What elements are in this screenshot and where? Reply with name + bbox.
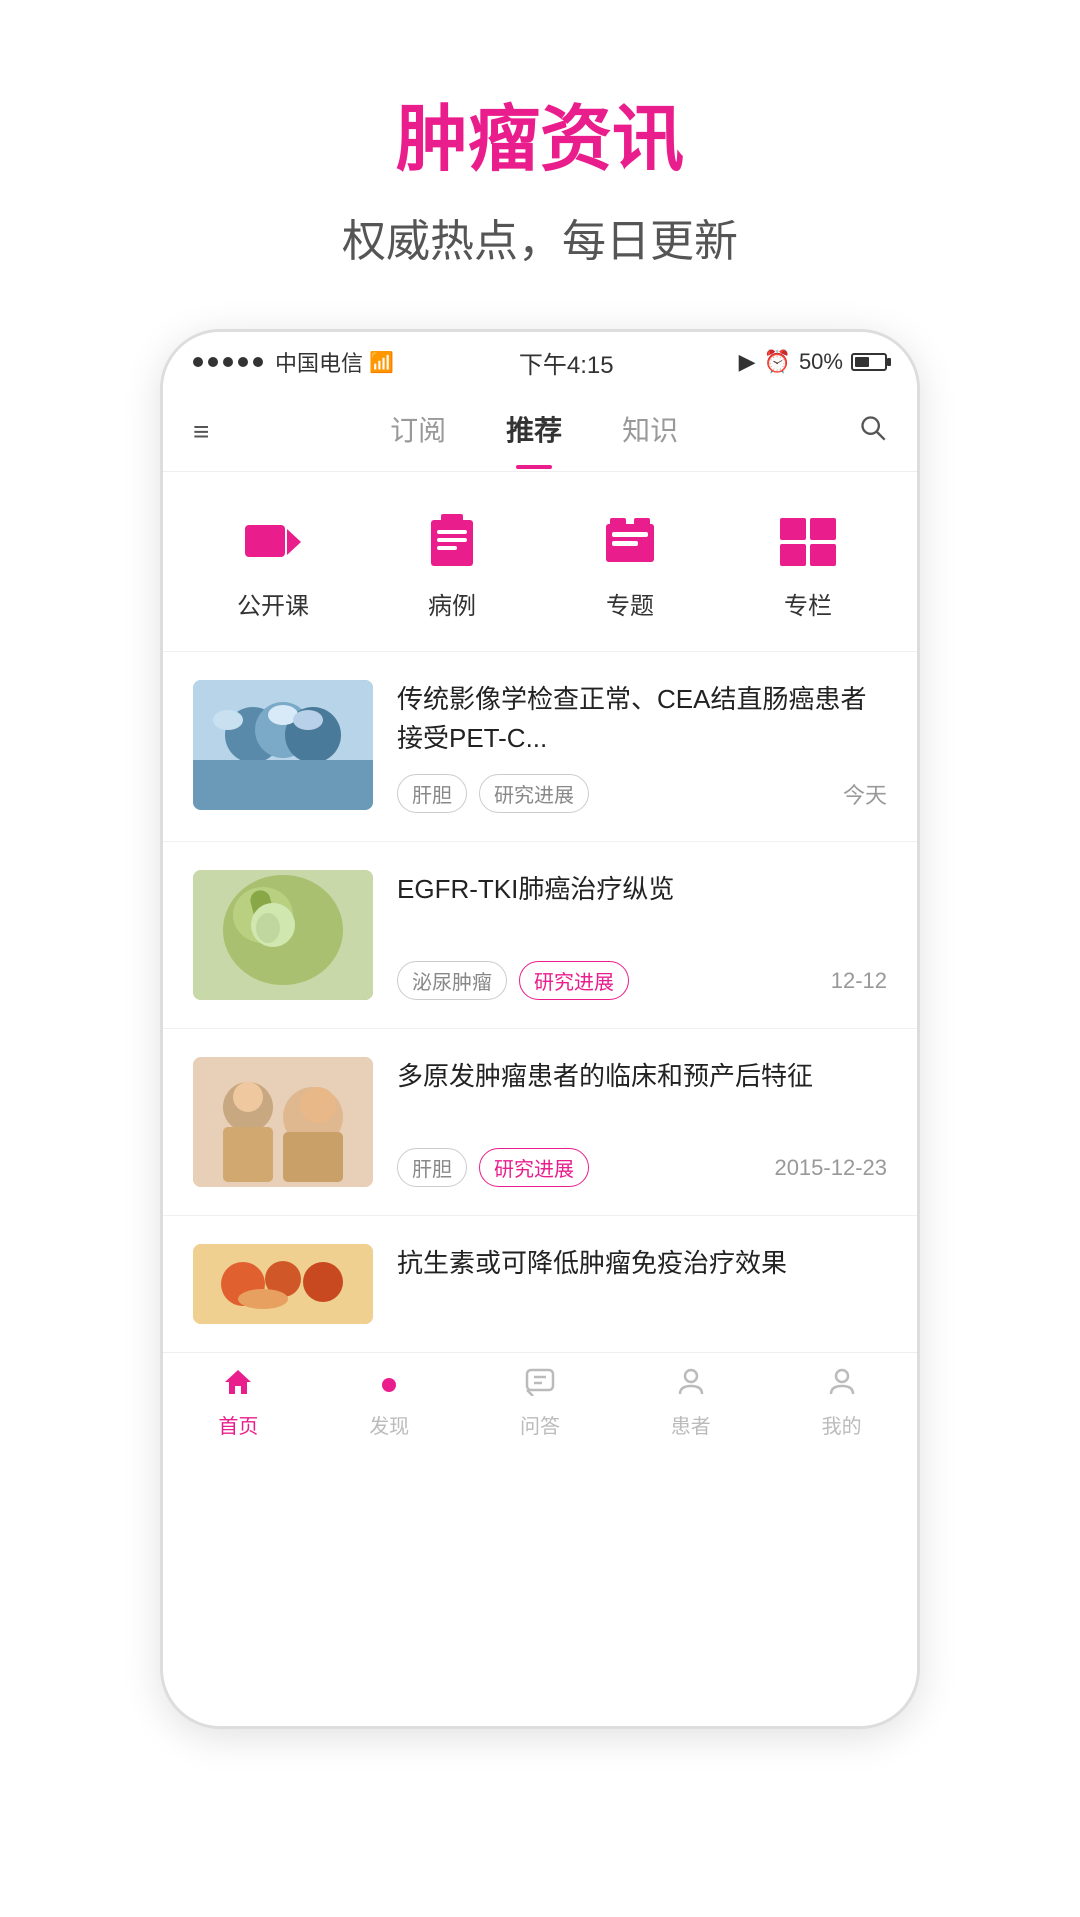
nav-tabs: ≡ 订阅 推荐 知识 (163, 392, 917, 472)
column-icon (773, 512, 843, 572)
category-open-class[interactable]: 公开课 (237, 512, 309, 621)
tag-research3: 研究进展 (479, 1148, 589, 1187)
article-thumb-2 (193, 870, 373, 1000)
carrier-name: 中国电信 (275, 346, 363, 378)
nav-patient[interactable]: 患者 (615, 1353, 766, 1452)
tag-research2: 研究进展 (519, 961, 629, 1000)
tag-gangdan: 肝胆 (397, 774, 467, 813)
nav-mine-label: 我的 (822, 1410, 862, 1439)
nav-patient-label: 患者 (671, 1410, 711, 1439)
nav-discover-label: 发现 (369, 1410, 409, 1439)
battery-icon (851, 353, 887, 371)
location-icon: ▶ (739, 349, 756, 375)
category-topics[interactable]: 专题 (595, 512, 665, 621)
article-meta-2: 泌尿肿瘤 研究进展 12-12 (397, 961, 887, 1000)
article-date-1: 今天 (843, 778, 887, 810)
article-title-1: 传统影像学检查正常、CEA结直肠癌患者接受PET-C... (397, 680, 887, 758)
wifi-icon: 📶 (369, 350, 394, 375)
tab-subscribe[interactable]: 订阅 (390, 409, 446, 455)
alarm-icon: ⏰ (764, 349, 791, 375)
page-subtitle: 权威热点，每日更新 (342, 205, 738, 269)
category-cases-label: 病例 (428, 586, 476, 621)
nav-home-label: 首页 (218, 1410, 258, 1439)
article-list: 传统影像学检查正常、CEA结直肠癌患者接受PET-C... 肝胆 研究进展 今天 (163, 652, 917, 1352)
article-item[interactable]: 抗生素或可降低肿瘤免疫治疗效果 (163, 1216, 917, 1352)
home-icon (223, 1367, 253, 1404)
category-column[interactable]: 专栏 (773, 512, 843, 621)
article-title-3: 多原发肿瘤患者的临床和预产后特征 (397, 1057, 887, 1096)
discover-dot (382, 1378, 396, 1392)
article-meta-3: 肝胆 研究进展 2015-12-23 (397, 1148, 887, 1187)
bottom-nav: 首页 发现 问答 (163, 1352, 917, 1452)
qa-icon (525, 1367, 555, 1404)
tab-knowledge[interactable]: 知识 (622, 409, 678, 455)
signal-dots (193, 357, 263, 367)
article-date-3: 2015-12-23 (774, 1155, 887, 1181)
nav-qa-label: 问答 (520, 1410, 560, 1439)
nav-discover[interactable]: 发现 (314, 1353, 465, 1452)
search-icon[interactable] (859, 414, 887, 449)
article-title-2: EGFR-TKI肺癌治疗纵览 (397, 870, 887, 909)
article-thumb-3 (193, 1057, 373, 1187)
nav-home[interactable]: 首页 (163, 1353, 314, 1452)
article-item[interactable]: 多原发肿瘤患者的临床和预产后特征 肝胆 研究进展 2015-12-23 (163, 1029, 917, 1216)
battery-percent: 50% (799, 349, 843, 375)
signal-dot-3 (223, 357, 233, 367)
battery-fill (855, 357, 869, 367)
phone-frame: 中国电信 📶 下午4:15 ▶ ⏰ 50% ≡ 订阅 推荐 知识 (160, 329, 920, 1729)
category-section: 公开课 病例 (163, 472, 917, 652)
article-content-4: 抗生素或可降低肿瘤免疫治疗效果 (397, 1244, 887, 1324)
tag-urinary: 泌尿肿瘤 (397, 961, 507, 1000)
signal-dot-1 (193, 357, 203, 367)
status-right: ▶ ⏰ 50% (739, 349, 887, 375)
tab-recommend[interactable]: 推荐 (506, 409, 562, 455)
category-cases[interactable]: 病例 (417, 512, 487, 621)
tag-research1: 研究进展 (479, 774, 589, 813)
category-open-class-label: 公开课 (237, 586, 309, 621)
page-title: 肿瘤资讯 (342, 80, 738, 185)
mine-icon (827, 1367, 857, 1404)
category-column-label: 专栏 (784, 586, 832, 621)
signal-dot-2 (208, 357, 218, 367)
article-content-3: 多原发肿瘤患者的临床和预产后特征 肝胆 研究进展 2015-12-23 (397, 1057, 887, 1187)
menu-icon[interactable]: ≡ (193, 416, 209, 448)
topic-icon (595, 512, 665, 572)
page-header: 肿瘤资讯 权威热点，每日更新 (342, 0, 738, 309)
patient-icon (676, 1367, 706, 1404)
article-date-2: 12-12 (831, 968, 887, 994)
nav-items: 订阅 推荐 知识 (209, 409, 859, 455)
video-icon (238, 512, 308, 572)
status-bar: 中国电信 📶 下午4:15 ▶ ⏰ 50% (163, 332, 917, 392)
article-content-1: 传统影像学检查正常、CEA结直肠癌患者接受PET-C... 肝胆 研究进展 今天 (397, 680, 887, 813)
tag-gangdan2: 肝胆 (397, 1148, 467, 1187)
article-item[interactable]: 传统影像学检查正常、CEA结直肠癌患者接受PET-C... 肝胆 研究进展 今天 (163, 652, 917, 842)
category-topics-label: 专题 (606, 586, 654, 621)
signal-dot-5 (253, 357, 263, 367)
nav-mine[interactable]: 我的 (766, 1353, 917, 1452)
discover-icon (382, 1367, 396, 1404)
article-thumb-1 (193, 680, 373, 810)
article-content-2: EGFR-TKI肺癌治疗纵览 泌尿肿瘤 研究进展 12-12 (397, 870, 887, 1000)
case-icon (417, 512, 487, 572)
article-title-4: 抗生素或可降低肿瘤免疫治疗效果 (397, 1244, 887, 1283)
status-time: 下午4:15 (519, 345, 614, 380)
article-meta-1: 肝胆 研究进展 今天 (397, 774, 887, 813)
article-thumb-4 (193, 1244, 373, 1324)
status-left: 中国电信 📶 (193, 346, 394, 378)
article-item[interactable]: EGFR-TKI肺癌治疗纵览 泌尿肿瘤 研究进展 12-12 (163, 842, 917, 1029)
nav-qa[interactable]: 问答 (465, 1353, 616, 1452)
signal-dot-4 (238, 357, 248, 367)
